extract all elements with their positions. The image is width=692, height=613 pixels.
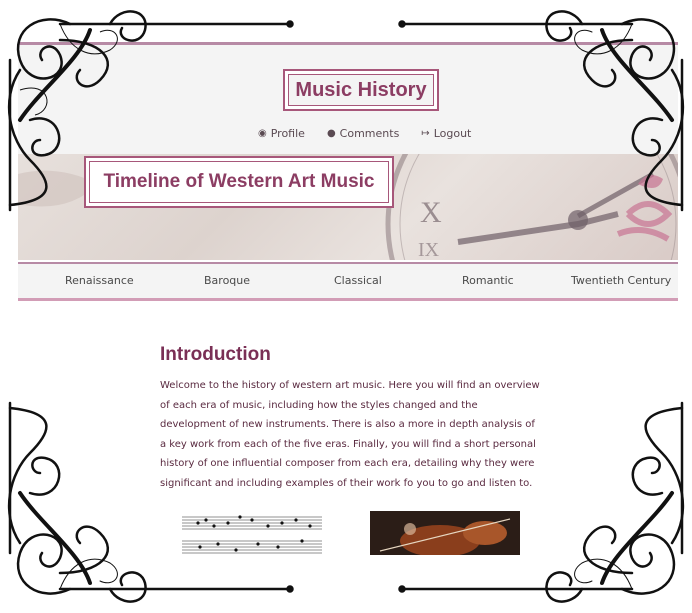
svg-text:IX: IX <box>418 239 440 260</box>
logout-link[interactable]: ↦ Logout <box>421 127 471 140</box>
era-link-romantic[interactable]: Romantic <box>462 274 514 287</box>
era-link-classical[interactable]: Classical <box>334 274 382 287</box>
top-nav: ◉ Profile ● Comments ↦ Logout <box>258 127 471 140</box>
era-link-renaissance[interactable]: Renaissance <box>65 274 134 287</box>
hero-banner: X IX Timeline of Western Art Music <box>18 154 678 260</box>
era-navigation: Renaissance Baroque Classical Romantic T… <box>18 262 678 301</box>
sign-out-icon: ↦ <box>421 128 430 139</box>
banner-title: Timeline of Western Art Music <box>84 156 394 208</box>
logout-link-label: Logout <box>433 127 472 140</box>
era-link-baroque[interactable]: Baroque <box>204 274 250 287</box>
profile-link[interactable]: ◉ Profile <box>258 127 305 140</box>
svg-text:X: X <box>420 196 442 229</box>
speech-bubble-icon: ● <box>326 128 336 139</box>
comments-link[interactable]: ● Comments <box>327 127 399 140</box>
comments-link-label: Comments <box>339 127 400 140</box>
site-header: Music History ◉ Profile ● Comments ↦ Log… <box>18 42 678 157</box>
user-circle-icon: ◉ <box>258 128 267 139</box>
violin-image[interactable] <box>370 511 520 555</box>
intro-heading: Introduction <box>160 344 271 365</box>
site-title[interactable]: Music History <box>283 69 439 111</box>
intro-paragraph: Welcome to the history of western art mu… <box>160 380 540 489</box>
era-link-twentieth-century[interactable]: Twentieth Century <box>571 274 671 287</box>
sheet-music-image[interactable] <box>178 511 326 555</box>
page: Music History ◉ Profile ● Comments ↦ Log… <box>18 42 678 562</box>
profile-link-label: Profile <box>270 127 305 140</box>
